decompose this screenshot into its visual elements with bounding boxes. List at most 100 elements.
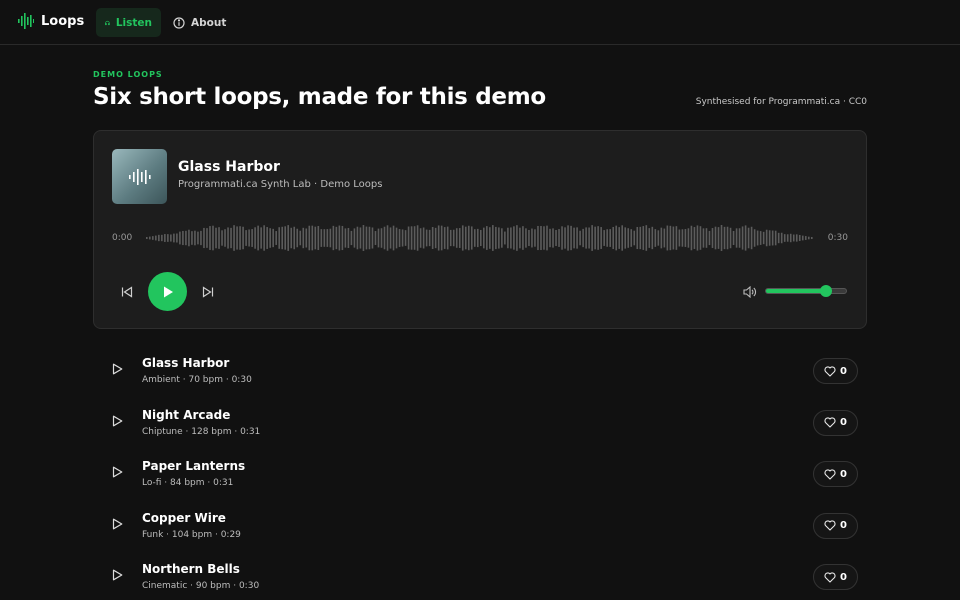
waveform-bar xyxy=(377,228,380,248)
volume-button[interactable] xyxy=(741,283,759,301)
play-outline-icon xyxy=(112,363,122,375)
waveform-bar xyxy=(284,226,287,250)
waveform-bar xyxy=(609,229,611,247)
waveform-bar xyxy=(711,228,714,248)
waveform-bar xyxy=(359,227,362,249)
waveform-bar xyxy=(603,230,605,246)
brand[interactable]: Loops xyxy=(18,13,84,29)
track-play-button[interactable] xyxy=(110,568,124,582)
waveform-bar xyxy=(353,228,356,248)
track-meta: Ambient · 70 bpm · 0:30 xyxy=(142,375,252,385)
waveform-bar xyxy=(795,234,798,242)
waveform-bar xyxy=(780,232,783,244)
waveform-scrubber[interactable] xyxy=(146,219,814,257)
track-play-button[interactable] xyxy=(110,517,124,531)
waveform-bar xyxy=(428,229,431,247)
now-playing-card: Glass Harbor Programmati.ca Synth Lab · … xyxy=(93,130,867,329)
waveform-bar xyxy=(395,227,398,249)
waveform-bar xyxy=(200,230,202,246)
skip-back-icon xyxy=(121,286,133,298)
previous-button[interactable] xyxy=(118,283,136,301)
waveform-bar xyxy=(642,226,645,250)
like-button[interactable]: 0 xyxy=(813,564,858,591)
waveform-bar xyxy=(543,226,545,250)
waveform-bar xyxy=(630,229,633,247)
waveform-bar xyxy=(498,227,500,249)
like-button[interactable]: 0 xyxy=(813,512,858,539)
track-title: Copper Wire xyxy=(142,510,226,525)
waveform-bar xyxy=(513,226,515,250)
waveform-bar xyxy=(564,227,566,249)
waveform-bar xyxy=(774,230,777,246)
waveform-bar xyxy=(735,228,738,248)
waveform-bar xyxy=(567,225,569,251)
page-title: Six short loops, made for this demo xyxy=(93,84,546,110)
waveform-bar xyxy=(759,231,762,245)
waveform-bar xyxy=(747,227,750,249)
track-play-button[interactable] xyxy=(110,465,124,479)
waveform-bar xyxy=(621,225,624,251)
waveform-bar xyxy=(810,237,813,239)
waveform-bar xyxy=(687,228,690,248)
info-icon xyxy=(173,16,185,29)
waveform-bar xyxy=(546,225,548,251)
waveform-bar xyxy=(215,227,217,249)
track-play-button[interactable] xyxy=(110,414,124,428)
waveform-bar xyxy=(501,228,503,248)
waveform-bar xyxy=(263,225,265,251)
tab-about[interactable]: About xyxy=(164,8,235,37)
waveform-bar xyxy=(416,225,419,251)
waveform-bar xyxy=(413,226,416,250)
next-button[interactable] xyxy=(199,283,217,301)
track-row[interactable]: Northern Bells Cinematic · 90 bpm · 0:30 0 xyxy=(93,552,867,600)
waveform-bar xyxy=(350,230,353,246)
like-button[interactable]: 0 xyxy=(813,358,858,384)
waveform-bar xyxy=(386,225,389,251)
volume-slider[interactable] xyxy=(765,285,847,297)
waveform-bar xyxy=(314,226,317,250)
like-button[interactable]: 0 xyxy=(813,461,858,488)
waveform-bar xyxy=(266,227,268,249)
waveform-bar xyxy=(254,227,256,249)
waveform-bar xyxy=(648,228,651,248)
waveform-bar xyxy=(278,227,280,249)
waveform-bar xyxy=(555,229,557,247)
track-row[interactable]: Glass Harbor Ambient · 70 bpm · 0:30 0 xyxy=(93,346,867,398)
like-count: 0 xyxy=(840,417,847,429)
waveform-bar xyxy=(281,226,284,250)
waveform-bar xyxy=(467,225,470,251)
track-row[interactable]: Paper Lanterns Lo-fi · 84 bpm · 0:31 0 xyxy=(93,449,867,501)
waveform-bar xyxy=(239,226,241,250)
waveform-bar xyxy=(335,226,338,250)
like-count: 0 xyxy=(840,365,847,377)
waveform-bar xyxy=(182,230,184,246)
waveform-bar xyxy=(576,227,578,249)
like-count: 0 xyxy=(840,468,847,480)
waveform-bar xyxy=(368,226,371,250)
waveform-bar xyxy=(338,225,341,251)
elapsed-time: 0:00 xyxy=(112,233,133,243)
waveform-cover-icon xyxy=(128,168,151,185)
waveform-bar xyxy=(452,229,455,247)
waveform-bar xyxy=(606,229,608,247)
track-row[interactable]: Copper Wire Funk · 104 bpm · 0:29 0 xyxy=(93,501,867,553)
track-title: Night Arcade xyxy=(142,407,231,422)
tab-listen[interactable]: Listen xyxy=(96,8,161,37)
waveform-bar xyxy=(290,227,293,249)
waveform-bar xyxy=(561,226,563,250)
waveform-bar xyxy=(176,233,178,243)
play-button[interactable] xyxy=(148,272,187,311)
volume-icon xyxy=(743,286,757,298)
waveform-bar xyxy=(404,230,407,246)
track-play-button[interactable] xyxy=(110,362,124,376)
waveform-bar xyxy=(639,226,642,250)
waveform-bar xyxy=(188,229,190,247)
like-button[interactable]: 0 xyxy=(813,409,858,436)
track-list: Glass Harbor Ambient · 70 bpm · 0:30 0 Nigh… xyxy=(93,346,867,600)
waveform-bar xyxy=(801,235,804,241)
track-meta: Funk · 104 bpm · 0:29 xyxy=(142,529,241,540)
waveform-bar xyxy=(489,227,491,249)
top-nav: Loops Listen About xyxy=(0,0,960,45)
volume-slider-handle[interactable] xyxy=(820,285,832,297)
track-row[interactable]: Night Arcade Chiptune · 128 bpm · 0:31 0 xyxy=(93,398,867,450)
